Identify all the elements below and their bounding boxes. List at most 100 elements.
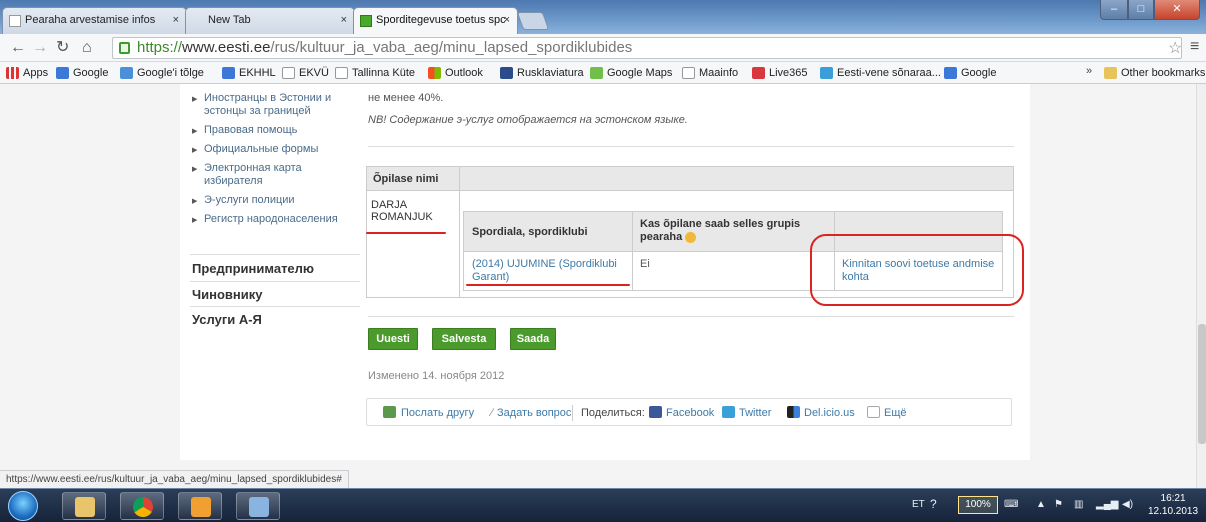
delicious-link[interactable]: Del.icio.us	[804, 407, 855, 419]
help-icon[interactable]: ?	[930, 497, 937, 511]
club-link[interactable]: (2014) UJUMINE (Spordiklubi Garant)	[472, 258, 617, 284]
divider	[190, 254, 360, 255]
maximize-button[interactable]: □	[1128, 0, 1154, 20]
tab-sporditegevuse[interactable]: Sporditegevuse toetus spc ×	[353, 7, 518, 34]
keyboard-icon[interactable]: ⌨	[1004, 499, 1018, 510]
bookmark-eesti-vene[interactable]: Eesti-vene sõnaraa...	[820, 65, 941, 81]
paint-icon	[249, 497, 269, 517]
nav-section-official[interactable]: Чиновнику	[192, 287, 352, 302]
back-arrow-icon[interactable]: ←	[10, 38, 26, 58]
twitter-icon	[722, 406, 735, 418]
bookmark-ekhhl[interactable]: EKHHL	[222, 65, 276, 81]
nav-item-foreigners[interactable]: Иностранцы в Эстонии и эстонцы за границ…	[190, 92, 350, 118]
page-icon	[335, 67, 348, 79]
bookmark-apps[interactable]: Apps	[6, 65, 48, 81]
tray-expand-icon[interactable]: ▲	[1036, 499, 1046, 510]
taskbar-explorer[interactable]	[62, 492, 106, 520]
clock-date: 12.10.2013	[1148, 506, 1199, 517]
bookmark-google-2[interactable]: Google	[944, 65, 996, 81]
nav-section-services-az[interactable]: Услуги А-Я	[192, 312, 352, 327]
page-icon	[282, 67, 295, 79]
bookmark-label: Tallinna Küte	[352, 67, 415, 79]
taskbar-chrome[interactable]	[120, 492, 164, 520]
bookmark-tallinna-kute[interactable]: Tallinna Küte	[335, 65, 415, 81]
flag-icon[interactable]: ⚑	[1054, 499, 1063, 510]
minimize-button[interactable]: –	[1100, 0, 1128, 20]
rk-icon	[500, 67, 513, 79]
dictionary-icon	[820, 67, 833, 79]
facebook-link[interactable]: Facebook	[666, 407, 714, 419]
nav-item-population-register[interactable]: Регистр народонаселения	[190, 213, 350, 227]
vertical-scrollbar[interactable]	[1196, 84, 1206, 488]
close-tab-icon[interactable]: ×	[504, 8, 510, 33]
divider	[368, 146, 1014, 147]
tab-strip: Pearaha arvestamise infos × New Tab × Sp…	[0, 0, 1206, 34]
bookmark-rusklaviatura[interactable]: Rusklaviatura	[500, 65, 584, 81]
close-tab-icon[interactable]: ×	[173, 8, 179, 33]
send-to-friend-link[interactable]: Послать другу	[401, 407, 474, 419]
twitter-link[interactable]: Twitter	[739, 407, 771, 419]
close-tab-icon[interactable]: ×	[341, 8, 347, 33]
saada-button[interactable]: Saada	[510, 328, 556, 350]
taskbar-outlook[interactable]	[178, 492, 222, 520]
tab-pearaha[interactable]: Pearaha arvestamise infos ×	[2, 7, 187, 34]
close-window-button[interactable]: ✕	[1154, 0, 1200, 20]
nav-item-official-forms[interactable]: Официальные формы	[190, 143, 350, 157]
bookmark-other-bookmarks[interactable]: Other bookmarks	[1104, 65, 1205, 81]
nav-item-police-eservices[interactable]: Э-услуги полиции	[190, 194, 350, 208]
volume-icon[interactable]: ◀)	[1122, 499, 1133, 510]
student-first-name: DARJA	[371, 199, 408, 211]
bookmark-label: Rusklaviatura	[517, 67, 584, 79]
translate-icon	[120, 67, 133, 79]
intro-text: не менее 40%.	[368, 92, 444, 104]
bookmarks-overflow-chevron[interactable]: »	[1086, 65, 1092, 77]
pencil-icon: ⁄	[491, 407, 493, 419]
system-clock[interactable]: 16:21 12.10.2013	[1148, 492, 1198, 518]
menu-icon[interactable]: ≡	[1190, 38, 1199, 56]
gets-pearaha-value: Ei	[640, 258, 650, 270]
scrollbar-thumb[interactable]	[1198, 324, 1206, 444]
new-tab-button[interactable]	[516, 12, 550, 30]
divider	[459, 167, 460, 297]
bookmark-ekvu[interactable]: EKVÜ	[282, 65, 329, 81]
signal-icon[interactable]: ▂▄▆	[1096, 499, 1118, 510]
apps-icon	[6, 67, 19, 79]
clock-time: 16:21	[1160, 493, 1186, 504]
language-indicator[interactable]: ET	[912, 499, 925, 510]
zoom-indicator[interactable]: 100%	[958, 496, 998, 514]
folder-icon	[75, 497, 95, 517]
more-share-link[interactable]: Ещё	[884, 407, 907, 419]
nav-section-entrepreneur[interactable]: Предпринимателю	[192, 261, 352, 276]
facebook-icon	[649, 406, 662, 418]
ask-question-link[interactable]: Задать вопрос	[497, 407, 571, 419]
start-button[interactable]	[8, 491, 38, 521]
bookmark-google-translate[interactable]: Google'i tõlge	[120, 65, 204, 81]
bookmark-label: Live365	[769, 67, 808, 79]
bookmark-label: Apps	[23, 67, 49, 79]
student-name-header: Õpilase nimi	[373, 173, 439, 185]
address-bar[interactable]: https://www.eesti.ee/rus/kultuur_ja_vaba…	[112, 37, 1182, 59]
students-table-header: Õpilase nimi	[367, 167, 1013, 191]
forward-arrow-icon[interactable]: →	[32, 38, 48, 58]
sport-club-header: Spordiala, spordiklubi	[472, 226, 588, 238]
help-question-icon[interactable]	[685, 231, 697, 243]
salvesta-button[interactable]: Salvesta	[432, 328, 496, 350]
bookmark-google[interactable]: Google	[56, 65, 108, 81]
nav-item-legal-help[interactable]: Правовая помощь	[190, 124, 350, 138]
home-icon[interactable]: ⌂	[82, 38, 92, 58]
reload-icon[interactable]: ↻	[56, 38, 69, 58]
live365-icon	[752, 67, 765, 79]
tab-new-tab[interactable]: New Tab ×	[185, 7, 355, 34]
bookmark-label: Google'i tõlge	[137, 67, 204, 79]
bookmark-star-icon[interactable]: ☆	[1168, 38, 1182, 58]
nav-item-voter-card[interactable]: Электронная карта избирателя	[190, 162, 350, 188]
network-icon[interactable]: ▥	[1074, 499, 1083, 510]
bookmark-outlook[interactable]: Outlook	[428, 65, 483, 81]
outlook-icon	[428, 67, 441, 79]
tab-title: New Tab	[208, 14, 251, 26]
bookmark-google-maps[interactable]: Google Maps	[590, 65, 672, 81]
bookmark-live365[interactable]: Live365	[752, 65, 808, 81]
uuesti-button[interactable]: Uuesti	[368, 328, 418, 350]
taskbar-paint[interactable]	[236, 492, 280, 520]
bookmark-maainfo[interactable]: Maainfo	[682, 65, 738, 81]
